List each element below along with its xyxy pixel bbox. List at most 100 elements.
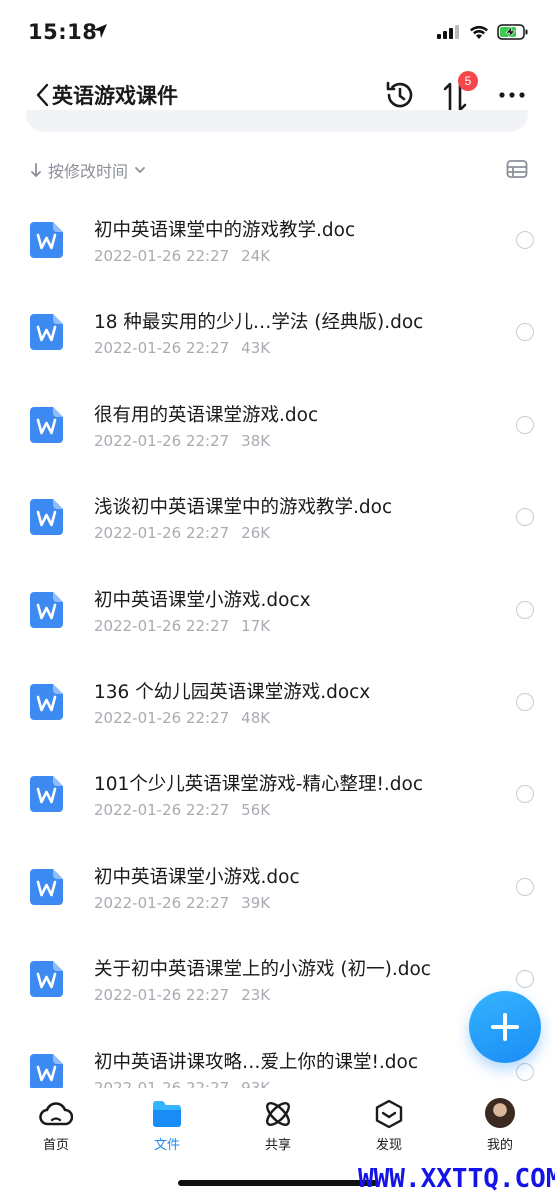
wifi-icon (470, 25, 488, 39)
tab-profile-label: 我的 (486, 1138, 513, 1153)
file-row[interactable]: 浅谈初中英语课堂中的游戏教学.doc 2022-01-26 22:27 26K (0, 471, 555, 563)
file-size: 93K (241, 1078, 271, 1088)
file-name: 18 种最实用的少儿…学法 (经典版).doc (94, 312, 424, 334)
word-doc-icon (30, 406, 63, 443)
file-name: 浅谈初中英语课堂中的游戏教学.doc (94, 497, 393, 519)
file-name: 初中英语课堂小游戏.doc (94, 866, 300, 888)
file-size: 43K (241, 339, 271, 358)
tab-share[interactable]: 共享 (238, 1098, 318, 1158)
file-date: 2022-01-26 22:27 (94, 616, 230, 635)
word-doc-icon (30, 222, 63, 258)
folder-icon (153, 1101, 181, 1127)
tab-files[interactable]: 文件 (127, 1098, 207, 1158)
search-bar-edge (26, 110, 528, 132)
cellular-signal-icon (437, 25, 459, 39)
watermark: WWW.XXTTQ.COM (358, 1164, 555, 1194)
file-size: 24K (241, 247, 271, 265)
file-date: 2022-01-26 22:27 (94, 801, 230, 820)
tab-files-label: 文件 (153, 1138, 180, 1153)
select-radio[interactable] (516, 1062, 534, 1081)
share-atom-icon (266, 1102, 290, 1126)
file-size: 26K (241, 524, 271, 543)
home-indicator (178, 1180, 378, 1186)
file-date: 2022-01-26 22:27 (94, 339, 230, 358)
file-meta: 2022-01-26 22:27 17K (94, 617, 270, 635)
word-doc-icon (30, 961, 63, 998)
sort-row: 按修改时间 (0, 150, 555, 188)
file-meta: 2022-01-26 22:27 26K (94, 524, 270, 542)
file-name: 136 个幼儿园英语课堂游戏.docx (94, 681, 371, 703)
file-size: 38K (241, 431, 271, 450)
more-options-icon[interactable] (496, 80, 528, 110)
status-time: 15:18 (28, 20, 98, 44)
select-radio[interactable] (516, 323, 534, 342)
file-date: 2022-01-26 22:27 (94, 524, 230, 543)
file-date: 2022-01-26 22:27 (94, 893, 230, 912)
file-meta: 2022-01-26 22:27 48K (94, 709, 270, 727)
file-meta: 2022-01-26 22:27 93K (94, 1079, 270, 1088)
file-date: 2022-01-26 22:27 (94, 986, 230, 1005)
tab-home-label: 首页 (42, 1138, 69, 1153)
word-doc-icon (30, 868, 63, 905)
file-row[interactable]: 18 种最实用的少儿…学法 (经典版).doc 2022-01-26 22:27… (0, 286, 555, 378)
file-size: 48K (241, 708, 271, 727)
status-indicators (437, 24, 529, 40)
file-list: 初中英语课堂中的游戏教学.doc 2022-01-26 22:27 24K 18 … (0, 194, 555, 1088)
file-row[interactable]: 初中英语课堂小游戏.docx 2022-01-26 22:27 17K (0, 564, 555, 656)
file-name: 初中英语课堂中的游戏教学.doc (94, 220, 356, 241)
tab-share-label: 共享 (264, 1138, 291, 1153)
view-mode-icon[interactable] (506, 159, 528, 179)
file-name: 很有用的英语课堂游戏.doc (94, 404, 319, 426)
select-radio[interactable] (516, 600, 534, 619)
select-radio[interactable] (516, 785, 534, 804)
word-doc-icon (30, 1053, 63, 1088)
avatar (485, 1098, 515, 1128)
chevron-down-icon (135, 167, 145, 173)
sort-label: 按修改时间 (48, 162, 129, 181)
file-meta: 2022-01-26 22:27 24K (94, 247, 270, 265)
file-name: 101个少儿英语课堂游戏-精心整理!.doc (94, 774, 424, 796)
file-row[interactable]: 136 个幼儿园英语课堂游戏.docx 2022-01-26 22:27 48K (0, 656, 555, 748)
file-row[interactable]: 101个少儿英语课堂游戏-精心整理!.doc 2022-01-26 22:27 5… (0, 748, 555, 840)
select-radio[interactable] (516, 970, 534, 989)
tab-discover[interactable]: 发现 (349, 1098, 429, 1158)
word-doc-icon (30, 776, 63, 813)
select-radio[interactable] (516, 508, 534, 527)
select-radio[interactable] (516, 415, 534, 434)
select-radio[interactable] (516, 231, 534, 249)
file-row[interactable]: 初中英语课堂中的游戏教学.doc 2022-01-26 22:27 24K (0, 194, 555, 286)
add-button[interactable] (469, 991, 541, 1063)
file-name: 初中英语课堂小游戏.docx (94, 589, 311, 611)
word-doc-icon (30, 499, 63, 536)
back-chevron-icon[interactable] (32, 80, 54, 110)
tab-profile[interactable]: 我的 (460, 1098, 540, 1158)
sort-down-arrow-icon (31, 163, 41, 177)
status-bar: 15:18 (0, 0, 555, 66)
word-doc-icon (30, 314, 63, 351)
file-meta: 2022-01-26 22:27 39K (94, 894, 270, 912)
file-meta: 2022-01-26 22:27 38K (94, 432, 270, 450)
file-date: 2022-01-26 22:27 (94, 247, 230, 265)
file-date: 2022-01-26 22:27 (94, 1078, 230, 1088)
file-name: 关于初中英语课堂上的小游戏 (初一).doc (94, 959, 431, 981)
file-date: 2022-01-26 22:27 (94, 708, 230, 727)
page-title: 英语游戏课件 (52, 84, 178, 108)
tab-discover-label: 发现 (375, 1138, 402, 1153)
select-radio[interactable] (516, 877, 534, 896)
file-size: 39K (241, 893, 271, 912)
file-meta: 2022-01-26 22:27 23K (94, 986, 270, 1004)
file-name: 初中英语讲课攻略…爱上你的课堂!.doc (94, 1051, 419, 1073)
notification-badge: 5 (458, 71, 478, 91)
history-icon[interactable] (382, 77, 418, 113)
sort-selector[interactable]: 按修改时间 (30, 158, 146, 182)
select-radio[interactable] (516, 692, 534, 711)
plus-icon (491, 1013, 519, 1041)
tab-home[interactable]: 首页 (16, 1098, 96, 1158)
file-size: 56K (241, 801, 271, 820)
file-size: 17K (241, 616, 271, 635)
location-arrow-icon (93, 24, 107, 38)
file-row[interactable]: 初中英语课堂小游戏.doc 2022-01-26 22:27 39K (0, 841, 555, 933)
discover-box-icon (375, 1099, 403, 1129)
file-row[interactable]: 很有用的英语课堂游戏.doc 2022-01-26 22:27 38K (0, 379, 555, 471)
file-meta: 2022-01-26 22:27 56K (94, 801, 270, 819)
